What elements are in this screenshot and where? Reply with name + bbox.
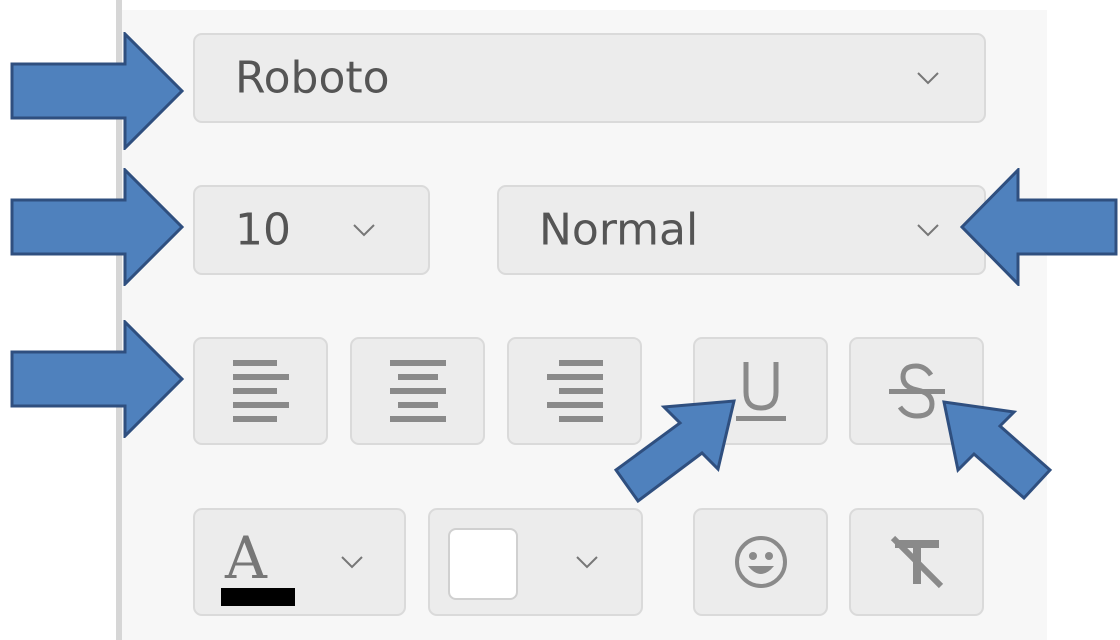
text-color-button[interactable]: A [193, 508, 406, 616]
font-size-select[interactable]: 10 [193, 185, 430, 275]
font-family-value: Roboto [235, 52, 390, 104]
clear-format-button[interactable] [849, 508, 984, 616]
background-color-button[interactable] [428, 508, 643, 616]
align-center-icon [389, 360, 446, 422]
align-left-icon [232, 360, 289, 422]
align-left-button[interactable] [193, 337, 328, 445]
paragraph-style-select[interactable]: Normal [497, 185, 986, 275]
annotation-arrow-paragraph-style [960, 168, 1118, 286]
annotation-arrow-underline [613, 399, 736, 504]
font-size-value: 10 [235, 204, 291, 256]
annotation-arrow-strikethrough [942, 400, 1053, 500]
annotation-arrow-alignment [10, 320, 185, 438]
text-color-glyph: A [225, 524, 267, 592]
annotation-arrow-font-size [10, 168, 185, 286]
clear-format-icon [887, 534, 947, 590]
chevron-down-icon [575, 555, 599, 569]
emoji-button[interactable] [693, 508, 828, 616]
text-color-swatch [221, 588, 295, 606]
paragraph-style-value: Normal [539, 204, 699, 256]
annotation-arrow-font-family [10, 32, 185, 150]
toolbar-screenshot: Roboto 10 Normal A [0, 0, 1120, 640]
chevron-down-icon [352, 223, 376, 237]
strikethrough-icon [888, 361, 945, 421]
align-center-button[interactable] [350, 337, 485, 445]
background-color-swatch [448, 528, 518, 600]
chevron-down-icon [916, 223, 940, 237]
smiley-icon [733, 534, 789, 590]
font-family-select[interactable]: Roboto [193, 33, 986, 123]
underline-icon [735, 358, 786, 424]
chevron-down-icon [916, 71, 940, 85]
chevron-down-icon [340, 555, 364, 569]
align-right-icon [546, 360, 603, 422]
